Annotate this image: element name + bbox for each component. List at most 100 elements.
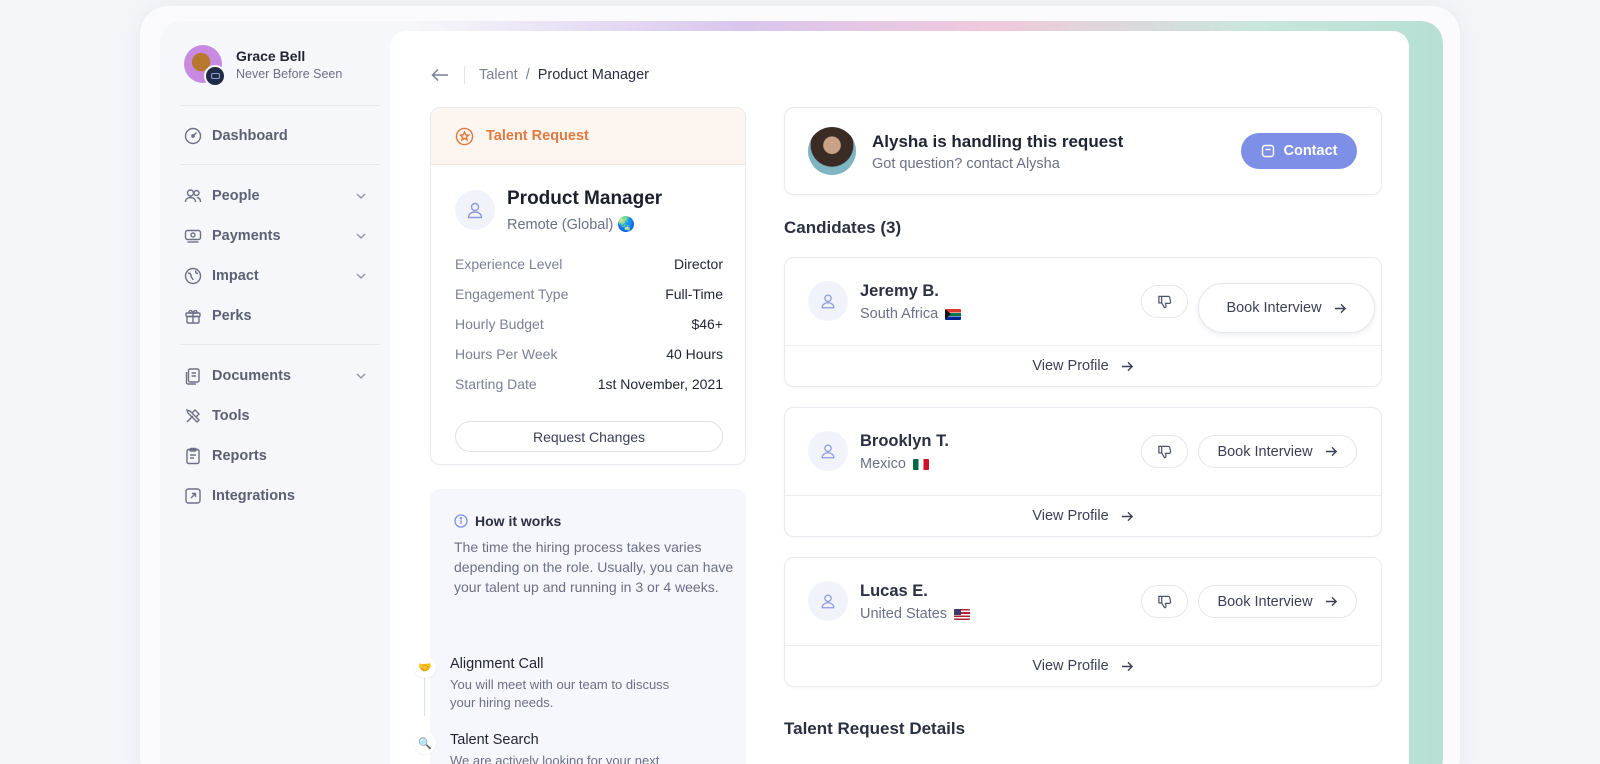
back-button[interactable] xyxy=(430,65,450,85)
contact-button[interactable]: Contact xyxy=(1241,133,1357,169)
request-handler-card: Alysha is handling this request Got ques… xyxy=(784,107,1382,195)
dislike-button[interactable] xyxy=(1141,435,1188,468)
breadcrumb-current: Product Manager xyxy=(537,67,649,83)
handler-avatar xyxy=(808,127,856,175)
candidate-card: Brooklyn T. Mexico Book Interview View P… xyxy=(784,407,1382,537)
sidebar-item-documents[interactable]: Documents xyxy=(184,362,374,390)
avatar xyxy=(184,45,226,87)
talent-request-header: Talent Request xyxy=(431,108,745,165)
gift-icon xyxy=(185,309,201,324)
role-avatar-icon xyxy=(455,190,495,230)
sidebar-item-integrations[interactable]: Integrations xyxy=(184,482,374,510)
detail-row: Experience Level Director xyxy=(455,256,723,272)
main-panel: Talent / Product Manager Talent Request … xyxy=(390,31,1409,764)
sidebar-item-reports[interactable]: Reports xyxy=(184,442,374,470)
candidate-location: South Africa xyxy=(860,306,962,322)
detail-row: Starting Date 1st November, 2021 xyxy=(455,376,723,392)
candidate-avatar-icon xyxy=(808,281,848,321)
message-icon xyxy=(1261,144,1274,158)
sidebar-item-tools[interactable]: Tools xyxy=(184,402,374,430)
sidebar: Grace Bell Never Before Seen Dashboard P… xyxy=(160,21,390,764)
candidate-avatar-icon xyxy=(808,581,848,621)
candidate-name: Brooklyn T. xyxy=(860,432,949,450)
profile-name: Grace Bell xyxy=(236,47,306,64)
flag-za-icon xyxy=(945,308,962,320)
tools-icon xyxy=(185,408,200,423)
book-interview-button[interactable]: Book Interview xyxy=(1198,585,1357,618)
sidebar-item-impact[interactable]: Impact xyxy=(184,262,374,290)
candidate-card: Lucas E. United States Book Interview Vi… xyxy=(784,557,1382,687)
chevron-down-icon xyxy=(356,233,366,239)
handler-subtitle: Got question? contact Alysha xyxy=(872,156,1060,172)
detail-row: Engagement Type Full-Time xyxy=(455,286,723,302)
flag-mx-icon xyxy=(912,458,929,470)
thumbs-down-icon xyxy=(1158,295,1172,309)
sidebar-divider xyxy=(180,164,380,165)
chevron-down-icon xyxy=(356,273,366,279)
sidebar-item-label: Integrations xyxy=(212,488,295,504)
dashboard-icon xyxy=(184,127,202,145)
arrow-left-icon xyxy=(431,68,448,82)
candidate-location: United States xyxy=(860,606,971,622)
book-interview-button[interactable]: Book Interview xyxy=(1198,435,1357,468)
breadcrumb-talent-link[interactable]: Talent xyxy=(479,67,518,83)
arrow-right-icon xyxy=(1121,361,1133,371)
detail-row: Hours Per Week 40 Hours xyxy=(455,346,723,362)
globe-icon: 🌏 xyxy=(617,217,636,233)
thumbs-down-icon xyxy=(1158,595,1172,609)
arrow-right-icon xyxy=(1325,446,1337,457)
dislike-button[interactable] xyxy=(1141,585,1188,618)
sidebar-item-dashboard[interactable]: Dashboard xyxy=(184,122,374,150)
step-title: Talent Search xyxy=(450,732,539,748)
how-it-works-title: How it works xyxy=(454,513,561,529)
step-title: Alignment Call xyxy=(450,656,544,672)
magnifier-icon: 🔍 xyxy=(414,732,436,754)
breadcrumb-separator: / xyxy=(525,67,530,83)
role-location: Remote (Global) 🌏 xyxy=(507,217,636,233)
sidebar-item-label: Tools xyxy=(212,408,250,424)
talent-request-details-title: Talent Request Details xyxy=(784,719,966,738)
candidate-name: Jeremy B. xyxy=(860,282,939,300)
how-it-works-panel: How it works The time the hiring process… xyxy=(430,489,746,764)
sidebar-item-label: Perks xyxy=(212,308,252,324)
view-profile-link[interactable]: View Profile xyxy=(785,346,1381,386)
book-interview-button[interactable]: Book Interview xyxy=(1198,283,1375,333)
candidate-avatar-icon xyxy=(808,431,848,471)
role-title: Product Manager xyxy=(507,188,663,209)
sidebar-item-label: People xyxy=(212,188,260,204)
detail-row: Hourly Budget $46+ xyxy=(455,316,723,332)
documents-icon xyxy=(185,368,200,385)
app-window: Grace Bell Never Before Seen Dashboard P… xyxy=(160,21,1443,764)
chevron-down-icon xyxy=(356,373,366,379)
breadcrumb-divider xyxy=(464,66,465,84)
sidebar-item-people[interactable]: People xyxy=(184,182,374,210)
sidebar-item-label: Dashboard xyxy=(212,128,288,144)
payments-icon xyxy=(184,229,202,243)
arrow-right-icon xyxy=(1121,661,1133,671)
people-icon xyxy=(184,189,202,203)
impact-icon xyxy=(184,267,202,285)
thumbs-down-icon xyxy=(1158,445,1172,459)
breadcrumb: Talent / Product Manager xyxy=(430,65,649,85)
step-description: We are actively looking for your next xyxy=(450,753,660,764)
sidebar-item-label: Reports xyxy=(212,448,267,464)
view-profile-link[interactable]: View Profile xyxy=(785,646,1381,686)
request-changes-button[interactable]: Request Changes xyxy=(455,421,723,452)
handshake-icon: 🤝 xyxy=(414,656,436,678)
arrow-right-icon xyxy=(1325,596,1337,607)
star-badge-icon xyxy=(455,127,474,145)
dislike-button[interactable] xyxy=(1141,285,1188,318)
step-item: 🤝 Alignment Call You will meet with our … xyxy=(414,656,690,712)
step-description: You will meet with our team to discuss y… xyxy=(450,677,670,710)
sidebar-divider xyxy=(180,344,380,345)
arrow-right-icon xyxy=(1121,511,1133,521)
sidebar-item-label: Payments xyxy=(212,228,281,244)
sidebar-item-label: Impact xyxy=(212,268,259,284)
sidebar-item-perks[interactable]: Perks xyxy=(184,302,374,330)
sidebar-item-payments[interactable]: Payments xyxy=(184,222,374,250)
candidate-card: Jeremy B. South Africa Book Interview Vi… xyxy=(784,257,1382,387)
user-profile[interactable]: Grace Bell Never Before Seen xyxy=(184,45,342,87)
view-profile-link[interactable]: View Profile xyxy=(785,496,1381,536)
sidebar-item-label: Documents xyxy=(212,368,291,384)
sidebar-divider xyxy=(180,105,380,106)
